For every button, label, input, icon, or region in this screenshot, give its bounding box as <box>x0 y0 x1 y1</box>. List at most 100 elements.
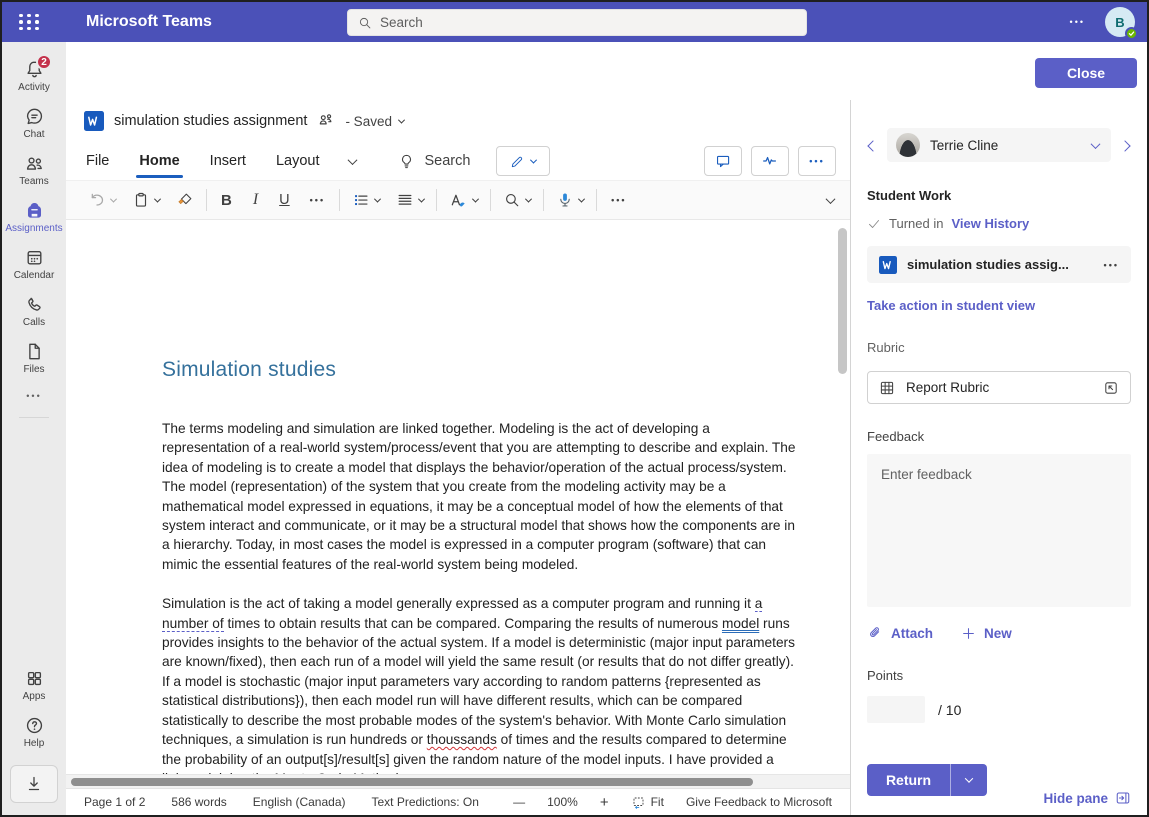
chevron-down-icon <box>1092 136 1099 154</box>
search-placeholder: Search <box>380 15 423 30</box>
feedback-input[interactable] <box>867 454 1131 607</box>
paste-button[interactable] <box>124 191 168 209</box>
new-label: New <box>984 626 1012 641</box>
catch-up-button[interactable] <box>751 146 789 176</box>
sidebar-item-calendar[interactable]: Calendar <box>2 240 66 287</box>
sidebar-item-label: Chat <box>23 130 44 140</box>
menu-insert[interactable]: Insert <box>210 153 246 169</box>
calendar-icon <box>24 247 45 268</box>
view-history-link[interactable]: View History <box>951 216 1029 231</box>
previous-student-button[interactable] <box>867 136 879 155</box>
menu-overflow-chevron[interactable] <box>349 153 356 169</box>
return-button[interactable]: Return <box>867 764 950 796</box>
word-count[interactable]: 586 words <box>171 795 226 809</box>
zoom-in-button[interactable]: + <box>600 794 609 811</box>
menu-layout[interactable]: Layout <box>276 153 320 169</box>
sidebar-item-label: Activity <box>18 83 50 93</box>
save-status[interactable]: - Saved <box>345 114 404 129</box>
font-color-icon <box>449 191 468 210</box>
document-viewer: simulation studies assignment - Saved Fi… <box>66 100 850 815</box>
ribbon-more-button[interactable]: ••• <box>601 195 636 205</box>
sidebar-item-files[interactable]: Files <box>2 334 66 381</box>
sidebar-item-teams[interactable]: Teams <box>2 146 66 193</box>
undo-button[interactable] <box>80 191 124 209</box>
user-avatar[interactable]: B <box>1105 7 1135 37</box>
editing-mode-button[interactable] <box>496 146 550 176</box>
comment-icon <box>715 153 732 170</box>
student-navigator: Terrie Cline <box>867 128 1131 162</box>
search-input[interactable]: Search <box>347 9 807 36</box>
close-button[interactable]: Close <box>1035 58 1137 88</box>
document-menu-bar: File Home Insert Layout Search <box>66 142 850 180</box>
new-file-button[interactable]: New <box>961 625 1012 641</box>
horizontal-scrollbar-thumb[interactable] <box>71 778 753 786</box>
pen-icon <box>510 154 525 169</box>
language-selector[interactable]: English (Canada) <box>253 795 346 809</box>
attach-button[interactable]: Attach <box>867 625 933 641</box>
app-launcher-icon[interactable] <box>19 14 40 31</box>
hide-pane-button[interactable]: Hide pane <box>1043 790 1131 806</box>
sidebar-item-assignments[interactable]: Assignments <box>2 193 66 240</box>
submitted-file-card[interactable]: simulation studies assig... ••• <box>867 246 1131 283</box>
comments-button[interactable] <box>704 146 742 176</box>
bold-button[interactable]: B <box>211 192 242 209</box>
open-in-window-icon[interactable] <box>1103 380 1119 396</box>
collapse-ribbon-chevron[interactable] <box>827 191 834 209</box>
take-action-link[interactable]: Take action in student view <box>867 298 1131 313</box>
bullet-list-button[interactable] <box>344 191 388 209</box>
coauthors-icon[interactable] <box>317 112 335 130</box>
microphone-icon <box>556 191 574 209</box>
student-selector[interactable]: Terrie Cline <box>887 128 1111 162</box>
underline-button[interactable]: U <box>269 192 299 208</box>
document-more-button[interactable]: ••• <box>798 146 836 176</box>
presence-available-icon <box>1125 27 1138 40</box>
sidebar-item-apps[interactable]: Apps <box>2 661 66 708</box>
format-painter-button[interactable] <box>168 191 202 209</box>
give-feedback-link[interactable]: Give Feedback to Microsoft <box>686 795 832 809</box>
next-student-button[interactable] <box>1119 136 1131 155</box>
zoom-level[interactable]: 100% <box>547 795 578 809</box>
rubric-card[interactable]: Report Rubric <box>867 371 1131 404</box>
menu-file[interactable]: File <box>86 153 109 169</box>
sidebar-item-calls[interactable]: Calls <box>2 287 66 334</box>
phone-icon <box>24 294 45 315</box>
find-button[interactable] <box>495 191 539 209</box>
page-count[interactable]: Page 1 of 2 <box>84 795 145 809</box>
horizontal-scrollbar-track[interactable] <box>66 774 850 788</box>
download-desktop-app-button[interactable] <box>10 765 58 803</box>
points-input[interactable] <box>867 696 925 723</box>
fit-to-page-button[interactable]: Fit <box>631 795 664 810</box>
vertical-scrollbar[interactable] <box>838 228 847 374</box>
sidebar-item-activity[interactable]: 2 Activity <box>2 52 66 99</box>
zoom-out-button[interactable]: — <box>513 795 525 809</box>
return-options-chevron[interactable] <box>950 764 987 796</box>
app-title: Microsoft Teams <box>86 13 212 31</box>
file-more-button[interactable]: ••• <box>1104 260 1119 270</box>
sidebar-item-label: Apps <box>23 692 46 702</box>
menu-search-button[interactable]: Search <box>398 153 470 170</box>
text-predictions-toggle[interactable]: Text Predictions: On <box>371 795 478 809</box>
align-button[interactable] <box>388 191 432 209</box>
italic-button[interactable]: I <box>242 191 269 209</box>
sidebar-divider <box>19 417 49 418</box>
clipboard-icon <box>132 191 150 209</box>
sidebar-more-apps-button[interactable]: ••• <box>26 381 41 411</box>
sidebar-item-chat[interactable]: Chat <box>2 99 66 146</box>
sidebar-item-label: Files <box>23 365 44 375</box>
hide-pane-label: Hide pane <box>1043 791 1108 806</box>
topbar-more-button[interactable]: ••• <box>1070 17 1085 27</box>
menu-home[interactable]: Home <box>139 153 179 169</box>
chevron-down-icon <box>398 116 405 123</box>
chevron-down-icon <box>530 156 537 163</box>
return-split-button: Return <box>867 764 987 796</box>
word-file-icon <box>84 111 104 131</box>
document-paragraph: Simulation is the act of taking a model … <box>162 594 798 774</box>
avatar-initial: B <box>1115 15 1124 30</box>
font-color-button[interactable] <box>441 191 486 210</box>
dictate-button[interactable] <box>548 191 592 209</box>
chat-icon <box>24 106 45 127</box>
font-more-button[interactable]: ••• <box>300 195 335 205</box>
document-page[interactable]: Simulation studies The terms modeling an… <box>66 220 850 774</box>
rubric-name: Report Rubric <box>906 380 1092 395</box>
sidebar-item-help[interactable]: Help <box>2 708 66 755</box>
